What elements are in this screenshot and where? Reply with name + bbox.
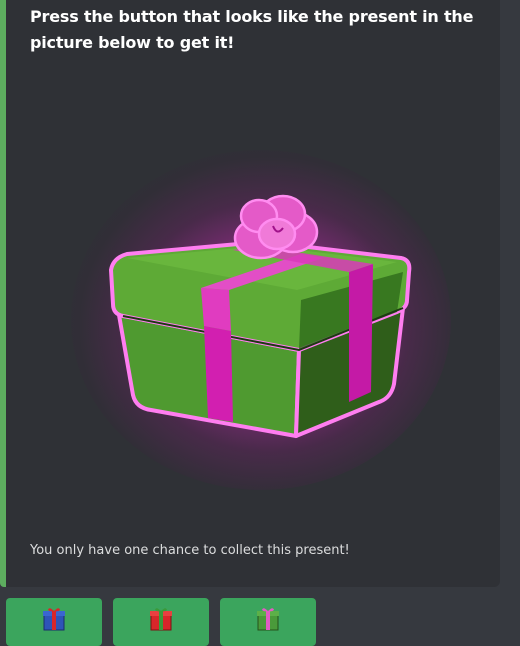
- green-present-pink-ribbon-icon: [257, 608, 279, 631]
- embed-image: [61, 140, 461, 500]
- message-embed: Press the button that looks like the pre…: [0, 0, 500, 587]
- green-present-pink-ribbon-icon: [109, 194, 412, 438]
- embed-title: Press the button that looks like the pre…: [30, 7, 474, 52]
- present-button-green[interactable]: [220, 598, 316, 646]
- embed-footer: You only have one chance to collect this…: [30, 543, 350, 558]
- present-button-blue[interactable]: [6, 598, 102, 646]
- red-present-green-ribbon-icon: [150, 608, 172, 631]
- present-button-red[interactable]: [113, 598, 209, 646]
- blue-present-red-ribbon-icon: [43, 608, 65, 631]
